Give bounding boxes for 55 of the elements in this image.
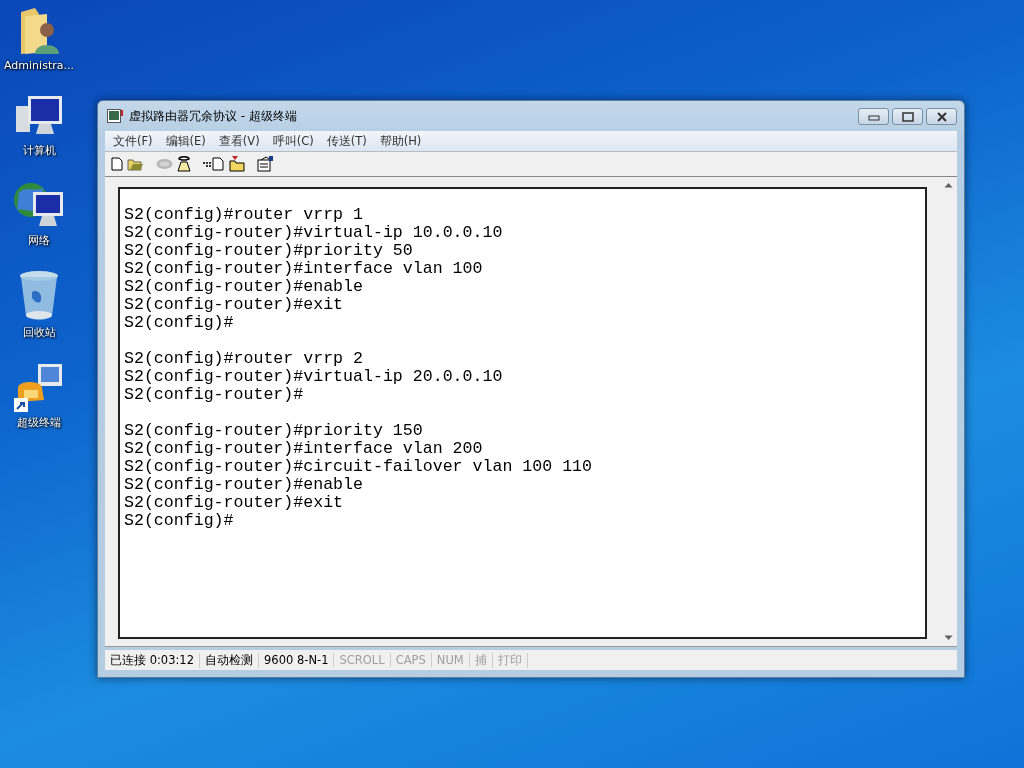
maximize-button[interactable] [892, 108, 923, 125]
desktop-icon-label[interactable]: 回收站 [22, 325, 56, 340]
terminal-line: S2(config-router)#interface vlan 200 [124, 440, 484, 458]
terminal-line: S2(config-router)#exit [124, 494, 345, 512]
status-field: 已连接 0:03:12 [105, 652, 200, 668]
menu-item[interactable]: 查看(V) [218, 133, 260, 149]
terminal-line: S2(config-router)#enable [124, 278, 364, 296]
terminal-line: S2(config)#router vrrp 2 [124, 350, 364, 368]
terminal-line: S2(config-router)#enable [124, 476, 364, 494]
minimize-button[interactable] [858, 108, 889, 125]
receive-folder-icon [229, 156, 245, 172]
properties-icon [257, 156, 274, 172]
terminal-line: S2(config-router)#interface vlan 100 [124, 260, 484, 278]
status-field: 自动检测 [200, 652, 259, 668]
terminal-screen[interactable] [118, 187, 927, 639]
status-field: NUM [431, 653, 470, 667]
terminal-line: S2(config)# [124, 512, 235, 530]
terminal-line: S2(config-router)#exit [124, 296, 345, 314]
scroll-down-icon[interactable] [944, 635, 953, 641]
menu-item[interactable]: 编辑(E) [165, 133, 206, 149]
desktop-icon-label[interactable]: 网络 [28, 233, 50, 248]
send-file-icon [203, 157, 225, 171]
terminal-app-icon [107, 109, 123, 123]
terminal-line: S2(config-router)# [124, 386, 305, 404]
menu-item[interactable]: 文件(F) [113, 133, 153, 149]
terminal-line: S2(config)# [124, 314, 235, 332]
status-field: 9600 8-N-1 [259, 653, 335, 667]
close-button[interactable] [926, 108, 957, 125]
minimize-icon [867, 112, 880, 121]
terminal-line: S2(config-router)#virtual-ip 20.0.0.10 [124, 368, 504, 386]
phone-computer-icon[interactable] [14, 362, 64, 412]
status-field: 打印 [492, 652, 528, 668]
terminal-line: S2(config-router)#priority 50 [124, 242, 414, 260]
desktop-icon-label[interactable]: Administra... [4, 59, 74, 72]
menu-item[interactable]: 帮助(H) [379, 133, 422, 149]
menu-item[interactable]: 呼叫(C) [272, 133, 314, 149]
open-folder-icon [127, 157, 144, 171]
terminal-line: S2(config-router)#circuit-failover vlan 100 110 [124, 458, 594, 476]
close-icon [935, 111, 948, 122]
status-field: 捕 [469, 652, 493, 668]
recycle-bin-icon[interactable] [18, 270, 60, 322]
terminal-line: S2(config)#router vrrp 1 [124, 206, 364, 224]
new-file-icon [111, 157, 123, 171]
desktop-icon-label[interactable]: 计算机 [22, 143, 56, 158]
toolbar-button[interactable] [255, 154, 276, 174]
status-field: CAPS [390, 653, 432, 667]
toolbar-button[interactable] [201, 154, 227, 174]
desktop-icon-label[interactable]: 超级终端 [17, 415, 61, 430]
terminal-line: S2(config-router)#priority 150 [124, 422, 424, 440]
maximize-icon [901, 111, 914, 122]
menu-item[interactable]: 传送(T) [326, 133, 367, 149]
window-title: 虚拟路由器冗余协议 - 超级终端 [129, 107, 298, 125]
scroll-up-icon[interactable] [944, 182, 953, 188]
status-field: SCROLL [334, 653, 391, 667]
terminal-line: S2(config-router)#virtual-ip 10.0.0.10 [124, 224, 504, 242]
